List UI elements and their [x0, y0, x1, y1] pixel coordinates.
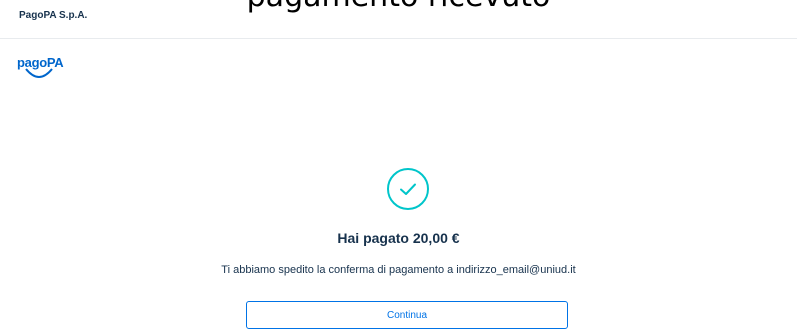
- payment-success-title: Hai pagato 20,00 €: [337, 230, 460, 246]
- confirmation-message: Ti abbiamo spedito la conferma di pagame…: [221, 264, 576, 276]
- logo-arc-icon: [25, 68, 53, 78]
- pagopa-logo[interactable]: pagoPA: [17, 55, 64, 81]
- continue-button[interactable]: Continua: [246, 301, 568, 329]
- check-circle-icon: [387, 168, 429, 210]
- overlay-text: pagamento ricevuto: [0, 0, 797, 12]
